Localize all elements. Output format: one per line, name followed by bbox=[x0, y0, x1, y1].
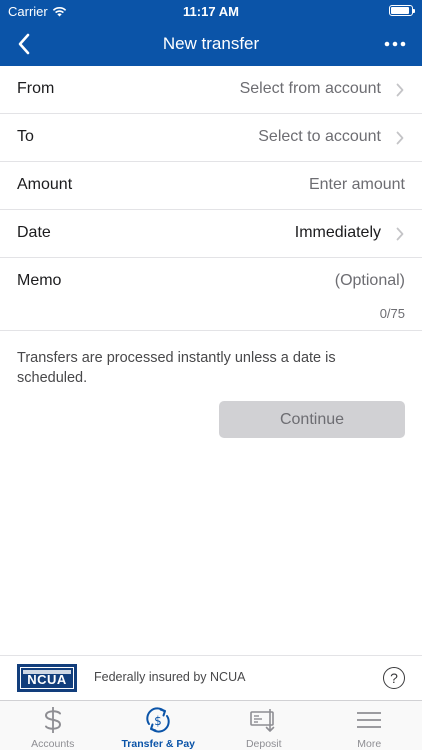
ncua-logo-text: NCUA bbox=[27, 672, 67, 687]
tab-label: Transfer & Pay bbox=[121, 738, 196, 750]
tab-bar: Accounts $ Transfer & Pay Deposit More bbox=[0, 700, 422, 750]
battery-icon bbox=[389, 5, 415, 16]
continue-button[interactable]: Continue bbox=[219, 401, 405, 438]
menu-icon bbox=[357, 712, 382, 728]
from-label: From bbox=[17, 80, 55, 97]
tab-label: Deposit bbox=[245, 738, 282, 750]
status-bar: Carrier 11:17 AM bbox=[0, 0, 422, 22]
tab-transfer-pay[interactable]: $ Transfer & Pay bbox=[106, 701, 212, 750]
memo-row[interactable]: Memo (Optional) 0/75 bbox=[0, 258, 422, 331]
ncua-footer: NCUA Federally insured by NCUA ? bbox=[0, 655, 422, 700]
ncua-logo: NCUA bbox=[17, 664, 77, 692]
ellipsis-icon bbox=[384, 41, 406, 47]
from-row[interactable]: From Select from account bbox=[0, 66, 422, 114]
date-label: Date bbox=[17, 224, 51, 241]
tab-label: Accounts bbox=[31, 738, 75, 750]
nav-bar: New transfer bbox=[0, 22, 422, 66]
to-label: To bbox=[17, 128, 34, 145]
amount-row[interactable]: Amount Enter amount bbox=[0, 162, 422, 210]
ncua-insured-text: Federally insured by NCUA bbox=[94, 670, 246, 684]
more-options-button[interactable] bbox=[378, 28, 412, 60]
check-deposit-icon bbox=[249, 709, 275, 732]
transfer-form: From Select from account To Select to ac… bbox=[0, 66, 422, 331]
chevron-right-icon bbox=[396, 131, 404, 145]
date-select[interactable]: Immediately bbox=[295, 224, 381, 242]
dollar-icon bbox=[44, 707, 61, 733]
to-row[interactable]: To Select to account bbox=[0, 114, 422, 162]
amount-label: Amount bbox=[17, 176, 73, 193]
amount-input[interactable]: Enter amount bbox=[309, 176, 405, 194]
transfer-pay-icon: $ bbox=[146, 707, 170, 733]
svg-text:$: $ bbox=[154, 714, 162, 728]
from-account-select[interactable]: Select from account bbox=[240, 80, 381, 98]
chevron-right-icon bbox=[396, 83, 404, 97]
page-title: New transfer bbox=[162, 34, 260, 53]
memo-label: Memo bbox=[17, 272, 62, 289]
transfer-info-text: Transfers are processed instantly unless… bbox=[17, 350, 336, 386]
tab-accounts[interactable]: Accounts bbox=[0, 701, 106, 750]
memo-input[interactable]: (Optional) bbox=[335, 272, 405, 290]
chevron-right-icon bbox=[396, 227, 404, 241]
tab-deposit[interactable]: Deposit bbox=[211, 701, 317, 750]
date-row[interactable]: Date Immediately bbox=[0, 210, 422, 258]
help-icon[interactable]: ? bbox=[383, 667, 405, 689]
tab-label: More bbox=[357, 738, 382, 750]
tab-more[interactable]: More bbox=[317, 701, 422, 750]
memo-char-counter: 0/75 bbox=[379, 306, 405, 321]
to-account-select[interactable]: Select to account bbox=[258, 128, 381, 146]
status-time: 11:17 AM bbox=[183, 4, 239, 19]
